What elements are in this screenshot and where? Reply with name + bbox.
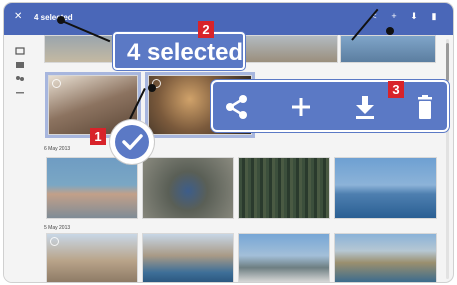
selection-count-title: 4 selected xyxy=(34,13,73,22)
checkmark-icon xyxy=(115,125,149,159)
scrollbar[interactable] xyxy=(446,39,449,279)
photo-thumbnail[interactable] xyxy=(46,157,138,219)
photo-thumbnail[interactable] xyxy=(142,157,234,219)
photo-thumbnail[interactable] xyxy=(334,157,437,219)
left-nav-rail xyxy=(4,35,36,282)
close-icon[interactable]: ✕ xyxy=(14,11,22,22)
add-icon xyxy=(285,92,317,122)
photo-thumbnail[interactable] xyxy=(340,35,436,63)
delete-icon xyxy=(409,92,441,122)
add-icon[interactable]: + xyxy=(389,11,399,22)
download-icon[interactable]: ⬇ xyxy=(409,11,419,22)
download-icon xyxy=(349,92,381,122)
delete-icon[interactable]: ▮ xyxy=(429,11,439,22)
section-date-label: 5 May 2013 xyxy=(44,225,71,231)
albums-icon[interactable] xyxy=(15,61,25,69)
selected-count-callout: 4 selected xyxy=(113,32,245,70)
photo-thumbnail[interactable] xyxy=(238,157,330,219)
photo-thumbnail[interactable] xyxy=(142,233,234,282)
callout-dot xyxy=(386,27,394,35)
selection-check[interactable] xyxy=(52,79,61,88)
section-date-label: 6 May 2013 xyxy=(44,146,71,152)
share-icon xyxy=(221,92,253,122)
selection-check-callout xyxy=(110,120,154,164)
callout-badge: 3 xyxy=(388,81,404,98)
photo-thumbnail[interactable] xyxy=(242,35,338,63)
action-buttons-callout xyxy=(211,80,449,132)
photos-icon[interactable] xyxy=(15,47,25,55)
callout-dot xyxy=(57,16,65,24)
app-bar-actions: < + ⬇ ▮ xyxy=(369,11,439,22)
scrollbar-thumb[interactable] xyxy=(446,43,449,81)
photo-thumbnail[interactable] xyxy=(238,233,330,282)
selection-check[interactable] xyxy=(50,237,59,246)
photo-thumbnail[interactable] xyxy=(334,233,437,282)
callout-badge: 1 xyxy=(90,128,106,145)
more-icon[interactable] xyxy=(15,89,25,97)
photo-thumbnail[interactable] xyxy=(46,233,138,282)
callout-badge: 2 xyxy=(198,21,214,38)
selected-count-callout-text: 4 selected xyxy=(127,39,244,66)
people-icon[interactable] xyxy=(15,75,25,83)
callout-dot xyxy=(148,84,156,92)
